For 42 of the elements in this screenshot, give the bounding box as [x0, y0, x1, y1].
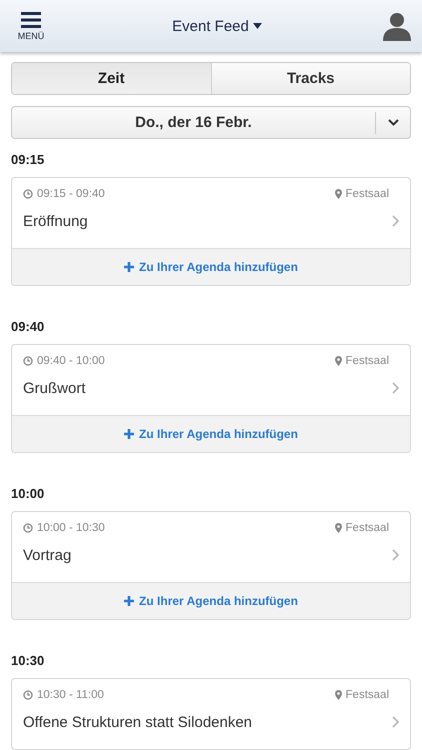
chevron-right-icon [392, 716, 399, 728]
time-heading: 10:30 [11, 653, 44, 668]
session-time: 09:40 - 10:00 [37, 355, 105, 367]
plus-icon [124, 262, 134, 272]
session-room: Festsaal [346, 355, 389, 367]
add-to-agenda-button[interactable]: Zu Ihrer Agenda hinzufügen [12, 582, 410, 619]
location-pin-icon [334, 523, 342, 533]
chevron-right-icon [392, 549, 399, 561]
clock-icon [23, 189, 33, 199]
session-time: 10:00 - 10:30 [37, 522, 105, 534]
add-to-agenda-button[interactable]: Zu Ihrer Agenda hinzufügen [12, 248, 410, 285]
caret-icon [252, 23, 262, 29]
session-row[interactable]: Eröffnung [23, 200, 399, 248]
chevron-right-icon [392, 382, 399, 394]
time-heading: 09:40 [11, 319, 44, 334]
tab[interactable]: Tracks [210, 63, 410, 94]
chevron-right-icon [392, 215, 399, 227]
plus-icon [124, 596, 134, 606]
event-feed-dropdown[interactable]: Event Feed [172, 18, 262, 34]
location-pin-icon [334, 189, 342, 199]
location-pin-icon [334, 690, 342, 700]
session-row[interactable]: Offene Strukturen statt Silodenken [23, 701, 399, 749]
plus-icon [124, 429, 134, 439]
session-room: Festsaal [346, 188, 389, 200]
date-dropdown[interactable]: Do., der 16 Febr. [11, 106, 411, 139]
session-row[interactable]: Vortrag [23, 534, 399, 582]
clock-icon [23, 690, 33, 700]
tab[interactable]: Zeit [12, 63, 210, 94]
session-row[interactable]: Grußwort [23, 367, 399, 415]
chevron-down-icon [388, 119, 398, 126]
session-time: 09:15 - 09:40 [37, 188, 105, 200]
clock-icon [23, 356, 33, 366]
clock-icon [23, 523, 33, 533]
menu-icon [21, 12, 41, 28]
session-time: 10:30 - 11:00 [37, 689, 104, 701]
time-heading: 09:15 [11, 152, 44, 167]
session-room: Festsaal [346, 689, 389, 701]
add-to-agenda-button[interactable]: Zu Ihrer Agenda hinzufügen [12, 415, 410, 452]
session-room: Festsaal [346, 522, 389, 534]
time-heading: 10:00 [11, 486, 44, 501]
menu-button[interactable]: MENÜ [8, 12, 54, 40]
location-pin-icon [334, 356, 342, 366]
